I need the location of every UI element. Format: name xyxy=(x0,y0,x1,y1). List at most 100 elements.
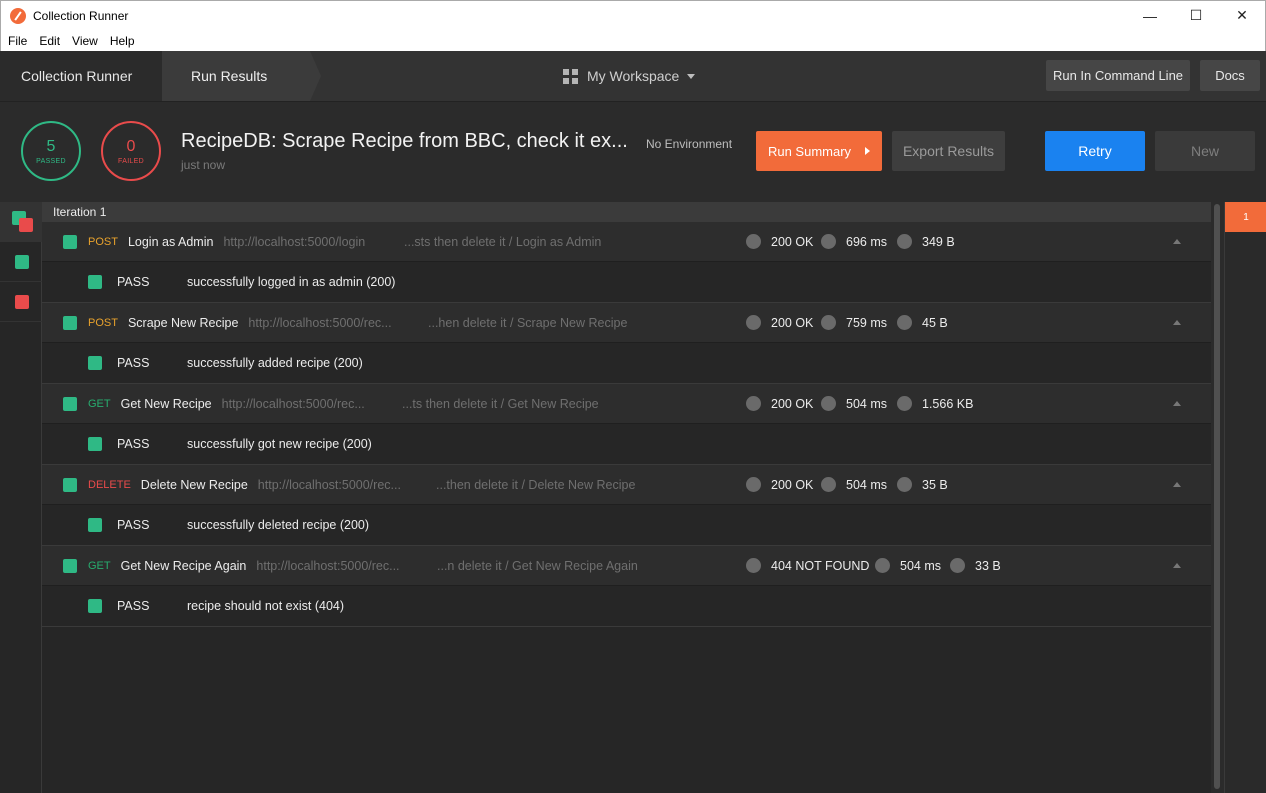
menu-help[interactable]: Help xyxy=(103,34,140,48)
response-time: 504 ms xyxy=(846,478,887,492)
request-status-icon xyxy=(63,316,77,330)
workspace-selector[interactable]: My Workspace xyxy=(563,51,696,101)
workspace-label: My Workspace xyxy=(587,68,680,84)
request-row[interactable]: POST Scrape New Recipe http://localhost:… xyxy=(42,303,1211,343)
chevron-up-icon[interactable] xyxy=(1173,320,1181,325)
breadcrumb-run-results[interactable]: Run Results xyxy=(162,51,321,101)
caret-right-icon xyxy=(865,147,871,155)
request-row[interactable]: POST Login as Admin http://localhost:500… xyxy=(42,222,1211,262)
chevron-up-icon[interactable] xyxy=(1173,482,1181,487)
test-row: PASS successfully logged in as admin (20… xyxy=(42,262,1211,303)
iteration-tab-1[interactable]: 1 xyxy=(1225,202,1266,232)
chevron-up-icon[interactable] xyxy=(1173,239,1181,244)
request-path: ...hen delete it / Scrape New Recipe xyxy=(428,316,628,330)
run-in-command-line-button[interactable]: Run In Command Line xyxy=(1046,60,1190,91)
passed-filter-icon xyxy=(15,255,29,269)
breadcrumb-collection-runner[interactable]: Collection Runner xyxy=(0,51,162,101)
test-pass-icon xyxy=(88,356,102,370)
request-row[interactable]: GET Get New Recipe http://localhost:5000… xyxy=(42,384,1211,424)
menu-edit[interactable]: Edit xyxy=(32,34,65,48)
results-scrollbar[interactable] xyxy=(1211,202,1224,793)
request-name: Login as Admin xyxy=(127,235,214,249)
close-button[interactable]: ✕ xyxy=(1219,1,1265,31)
response-status: 404 NOT FOUND xyxy=(771,559,870,573)
test-result: PASS xyxy=(117,518,150,532)
request-path: ...sts then delete it / Login as Admin xyxy=(404,235,602,249)
request-row[interactable]: GET Get New Recipe Again http://localhos… xyxy=(42,546,1211,586)
time-icon xyxy=(821,477,836,492)
test-result: PASS xyxy=(117,437,150,451)
response-status: 200 OK xyxy=(771,316,814,330)
test-row: PASS successfully deleted recipe (200) xyxy=(42,505,1211,546)
status-icon xyxy=(746,477,761,492)
menu-bar: File Edit View Help xyxy=(0,30,1266,51)
iteration-header: Iteration 1 xyxy=(42,202,1211,222)
request-title: DELETE Delete New Recipe http://localhos… xyxy=(88,465,401,505)
request-url: http://localhost:5000/rec... xyxy=(256,559,400,573)
test-row: PASS successfully added recipe (200) xyxy=(42,343,1211,384)
menu-view[interactable]: View xyxy=(65,34,103,48)
status-icon xyxy=(746,234,761,249)
retry-button[interactable]: Retry xyxy=(1045,131,1145,171)
run-summary-bar: 5 PASSED 0 FAILED RecipeDB: Scrape Recip… xyxy=(0,102,1266,202)
request-status-icon xyxy=(63,559,77,573)
result-filter-sidebar xyxy=(0,202,42,793)
iterations-sidebar: 1 xyxy=(1224,202,1266,793)
response-status: 200 OK xyxy=(771,235,814,249)
maximize-button[interactable]: ☐ xyxy=(1173,1,1219,31)
size-icon xyxy=(897,234,912,249)
run-title: RecipeDB: Scrape Recipe from BBC, check … xyxy=(181,130,628,152)
filter-passed[interactable] xyxy=(0,242,42,282)
response-size: 1.566 KB xyxy=(922,397,974,411)
response-size: 33 B xyxy=(975,559,1001,573)
request-title: POST Scrape New Recipe http://localhost:… xyxy=(88,303,392,343)
filter-failed[interactable] xyxy=(0,282,42,322)
test-name: successfully deleted recipe (200) xyxy=(187,518,370,532)
request-status-icon xyxy=(63,397,77,411)
response-size: 349 B xyxy=(922,235,955,249)
test-pass-icon xyxy=(88,275,102,289)
menu-file[interactable]: File xyxy=(1,34,32,48)
request-name: Delete New Recipe xyxy=(140,478,248,492)
test-result: PASS xyxy=(117,356,150,370)
scrollbar-thumb[interactable] xyxy=(1214,204,1220,789)
request-path: ...then delete it / Delete New Recipe xyxy=(436,478,636,492)
request-name: Get New Recipe xyxy=(120,397,212,411)
test-row: PASS recipe should not exist (404) xyxy=(42,586,1211,627)
minimize-button[interactable]: — xyxy=(1127,1,1173,31)
test-pass-icon xyxy=(88,437,102,451)
window-title: Collection Runner xyxy=(33,8,129,23)
docs-button[interactable]: Docs xyxy=(1200,60,1260,91)
new-button[interactable]: New xyxy=(1155,131,1255,171)
size-icon xyxy=(897,477,912,492)
runner-header: Collection Runner Run Results My Workspa… xyxy=(0,51,1266,102)
request-status-icon xyxy=(63,235,77,249)
response-status: 200 OK xyxy=(771,397,814,411)
request-method: GET xyxy=(88,560,111,572)
chevron-up-icon[interactable] xyxy=(1173,563,1181,568)
test-name: recipe should not exist (404) xyxy=(187,599,345,613)
request-method: DELETE xyxy=(88,479,131,491)
request-path: ...ts then delete it / Get New Recipe xyxy=(402,397,599,411)
time-icon xyxy=(821,396,836,411)
run-summary-button[interactable]: Run Summary xyxy=(756,131,882,171)
run-timestamp: just now xyxy=(181,158,226,172)
request-url: http://localhost:5000/rec... xyxy=(248,316,392,330)
chevron-up-icon[interactable] xyxy=(1173,401,1181,406)
response-size: 35 B xyxy=(922,478,948,492)
request-url: http://localhost:5000/rec... xyxy=(221,397,365,411)
time-icon xyxy=(821,234,836,249)
run-summary-label: Run Summary xyxy=(767,143,852,159)
request-method: POST xyxy=(88,317,118,329)
window-titlebar: Collection Runner — ☐ ✕ xyxy=(0,0,1266,30)
request-title: GET Get New Recipe http://localhost:5000… xyxy=(88,384,365,424)
response-status: 200 OK xyxy=(771,478,814,492)
failed-count: 0 xyxy=(126,137,136,155)
request-name: Get New Recipe Again xyxy=(120,559,247,573)
export-results-button[interactable]: Export Results xyxy=(892,131,1005,171)
request-path: ...n delete it / Get New Recipe Again xyxy=(437,559,638,573)
test-name: successfully got new recipe (200) xyxy=(187,437,372,451)
test-pass-icon xyxy=(88,518,102,532)
filter-all[interactable] xyxy=(0,202,42,242)
request-row[interactable]: DELETE Delete New Recipe http://localhos… xyxy=(42,465,1211,505)
